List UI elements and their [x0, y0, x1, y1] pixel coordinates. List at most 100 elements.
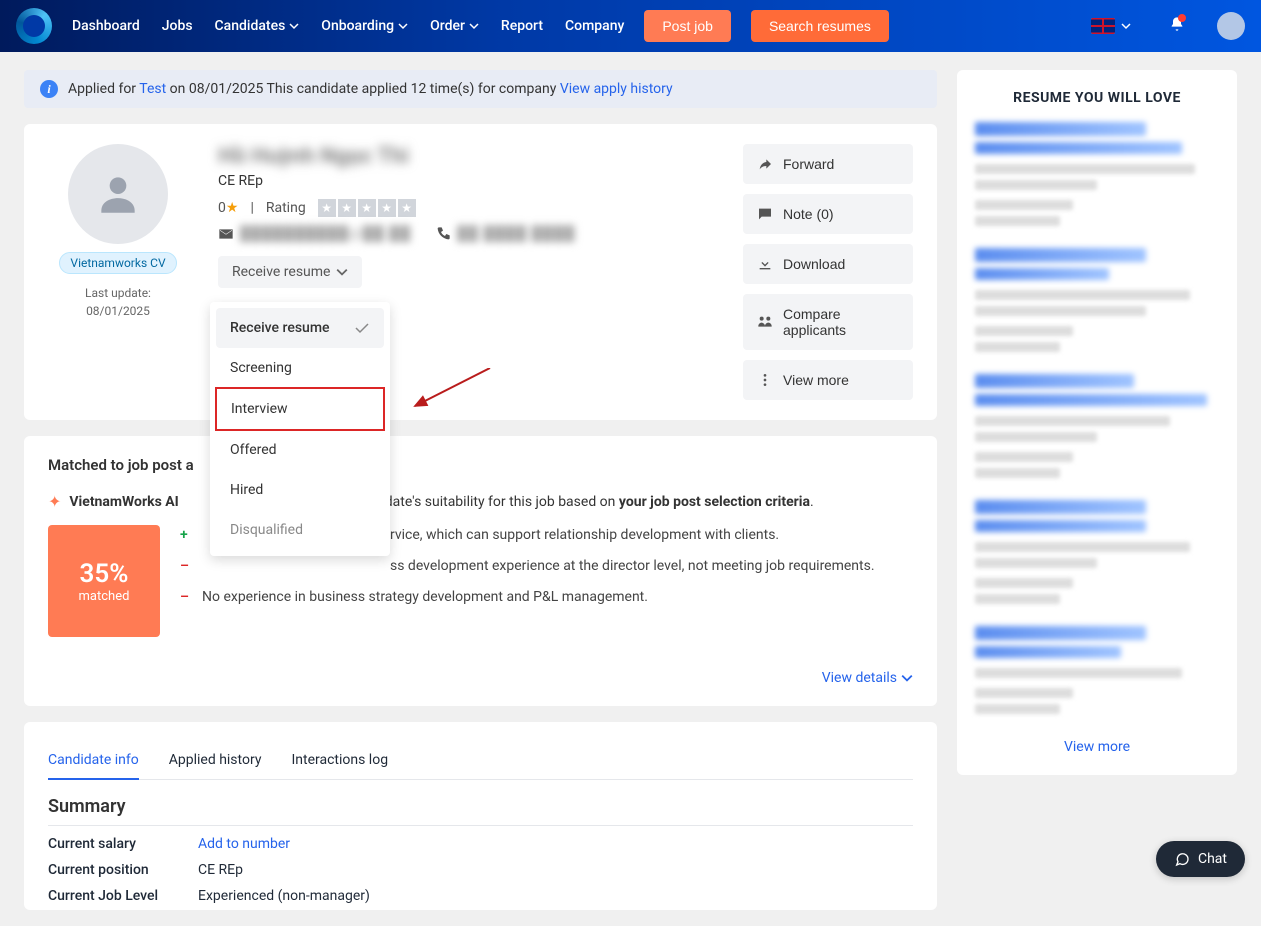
uk-flag-icon: [1091, 18, 1115, 34]
download-icon: [757, 256, 773, 272]
nav-candidates-label: Candidates: [215, 18, 286, 34]
chat-icon: [1174, 851, 1190, 867]
last-update-text: Last update: 08/01/2025: [85, 284, 151, 320]
nav-onboarding-label: Onboarding: [321, 18, 394, 34]
compare-button[interactable]: Compare applicants: [743, 294, 913, 350]
match-card: Matched to job post a ✦ VietnamWorks AI …: [24, 436, 937, 706]
ai-body-tail: ndidate's suitability for this job based…: [366, 494, 619, 510]
chat-widget[interactable]: Chat: [1156, 841, 1245, 877]
current-salary-label: Current salary: [48, 836, 198, 852]
nav-onboarding[interactable]: Onboarding: [321, 18, 408, 34]
banner-mid: on 08/01/2025 This candidate applied 12 …: [166, 81, 560, 97]
status-option-screening[interactable]: Screening: [216, 348, 384, 388]
status-option-receive[interactable]: Receive resume: [216, 308, 384, 348]
status-dropdown-trigger[interactable]: Receive resume: [218, 256, 362, 288]
sidebar-view-more-link[interactable]: View more: [1064, 739, 1130, 755]
download-button[interactable]: Download: [743, 244, 913, 284]
ai-name: VietnamWorks AI: [69, 494, 178, 510]
tab-interactions-log[interactable]: Interactions log: [291, 742, 388, 779]
recommended-item[interactable]: [975, 122, 1219, 226]
notifications-button[interactable]: [1169, 16, 1185, 36]
con-text: ss development experience at the directo…: [390, 556, 875, 577]
chevron-down-icon: [901, 672, 913, 684]
nav-company[interactable]: Company: [565, 18, 624, 34]
post-job-button[interactable]: Post job: [644, 10, 731, 42]
divider: |: [250, 200, 253, 216]
download-label: Download: [783, 256, 845, 272]
nav-items: Dashboard Jobs Candidates Onboarding Ord…: [72, 18, 624, 34]
nav-jobs[interactable]: Jobs: [162, 18, 193, 34]
avatar-column: Vietnamworks CV Last update: 08/01/2025: [48, 144, 188, 400]
banner-history-link[interactable]: View apply history: [560, 81, 673, 97]
note-label: Note (0): [783, 206, 834, 222]
con-text: No experience in business strategy devel…: [202, 587, 648, 608]
nav-candidates[interactable]: Candidates: [215, 18, 300, 34]
match-title: Matched to job post a: [48, 456, 913, 474]
minus-icon: –: [180, 587, 194, 608]
star-icon[interactable]: ★: [318, 199, 336, 217]
view-details-row: View details: [48, 667, 913, 686]
status-option-hired[interactable]: Hired: [216, 470, 384, 510]
forward-button[interactable]: Forward: [743, 144, 913, 184]
top-navbar: Dashboard Jobs Candidates Onboarding Ord…: [0, 0, 1261, 52]
status-option-offered[interactable]: Offered: [216, 430, 384, 470]
view-more-label: View more: [783, 372, 849, 388]
sparkle-icon: ✦: [48, 492, 61, 511]
add-to-number-link[interactable]: Add to number: [198, 836, 913, 852]
current-job-level-label: Current Job Level: [48, 888, 198, 904]
rating-stars[interactable]: ★ ★ ★ ★ ★: [318, 199, 416, 217]
person-icon: [93, 169, 143, 219]
chevron-down-icon: [469, 21, 479, 31]
forward-icon: [757, 156, 773, 172]
nav-order[interactable]: Order: [430, 18, 479, 34]
view-details-label: View details: [822, 670, 897, 686]
match-con: –No experience in business strategy deve…: [180, 587, 913, 608]
recommended-item[interactable]: [975, 500, 1219, 604]
recommended-item[interactable]: [975, 626, 1219, 714]
recommended-item[interactable]: [975, 374, 1219, 478]
banner-prefix: Applied for: [68, 81, 139, 97]
banner-job-link[interactable]: Test: [139, 81, 166, 97]
candidate-position: CE REp: [218, 173, 713, 189]
language-switcher[interactable]: [1091, 18, 1131, 34]
star-icon[interactable]: ★: [358, 199, 376, 217]
email-hidden: ██████████@██.██: [240, 225, 411, 242]
chevron-down-icon: [289, 21, 299, 31]
tab-candidate-info[interactable]: Candidate info: [48, 742, 139, 780]
match-percentage-box: 35% matched: [48, 525, 160, 637]
chevron-down-icon: [336, 266, 348, 278]
recommended-item[interactable]: [975, 248, 1219, 352]
chat-label: Chat: [1198, 851, 1227, 867]
recommended-title: Resume You Will Love: [975, 90, 1219, 106]
note-button[interactable]: Note (0): [743, 194, 913, 234]
star-icon[interactable]: ★: [338, 199, 356, 217]
star-icon[interactable]: ★: [398, 199, 416, 217]
info-icon: i: [40, 80, 58, 98]
nav-dashboard[interactable]: Dashboard: [72, 18, 140, 34]
status-option-interview[interactable]: Interview: [215, 387, 385, 431]
sidebar-view-more: View more: [975, 736, 1219, 755]
chevron-down-icon: [1121, 21, 1131, 31]
tab-applied-history[interactable]: Applied history: [169, 742, 262, 779]
search-resumes-button[interactable]: Search resumes: [751, 10, 889, 42]
banner-text: Applied for Test on 08/01/2025 This cand…: [68, 81, 673, 97]
rating-value: 0: [218, 200, 226, 216]
star-icon: ★: [226, 200, 239, 216]
compare-icon: [757, 314, 773, 330]
star-icon[interactable]: ★: [378, 199, 396, 217]
candidate-card: Vietnamworks CV Last update: 08/01/2025 …: [24, 124, 937, 420]
applied-info-banner: i Applied for Test on 08/01/2025 This ca…: [24, 70, 937, 108]
user-avatar[interactable]: [1217, 12, 1245, 40]
view-more-button[interactable]: View more: [743, 360, 913, 400]
match-percent-value: 35%: [80, 559, 129, 589]
compare-label: Compare applicants: [783, 306, 899, 338]
logo-icon[interactable]: [16, 8, 52, 44]
candidate-name-hidden: Hồ Huỳnh Ngọc Thi: [218, 144, 713, 169]
nav-report[interactable]: Report: [501, 18, 543, 34]
notification-badge: [1178, 14, 1186, 22]
status-option-disqualified[interactable]: Disqualified: [216, 510, 384, 550]
detail-tabs: Candidate info Applied history Interacti…: [48, 742, 913, 780]
recommended-resumes-card: Resume You Will Love: [957, 70, 1237, 775]
status-dropdown-menu: Receive resume Screening Interview Offer…: [210, 302, 390, 556]
view-details-link[interactable]: View details: [822, 670, 913, 686]
